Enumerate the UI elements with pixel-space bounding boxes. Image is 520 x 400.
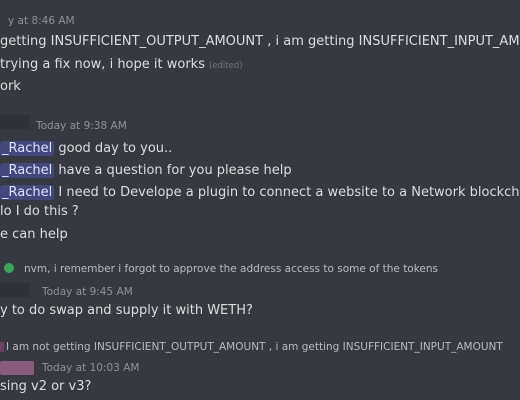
reply-avatar-icon — [4, 263, 14, 273]
message-timestamp: Today at 9:38 AM — [36, 120, 127, 132]
avatar[interactable] — [0, 361, 34, 375]
message-text: e can help — [0, 227, 68, 242]
edited-marker: (edited) — [208, 61, 243, 71]
chat-messages: y at 8:46 AM getting INSUFFICIENT_OUTPUT… — [0, 0, 520, 400]
message-text: sing v2 or v3? — [0, 379, 92, 394]
user-mention[interactable]: _Rachel — [0, 185, 55, 200]
message-text: _Rachel I need to Develope a plugin to c… — [0, 184, 520, 202]
message-text: ork — [0, 79, 21, 94]
message-text-content: I need to Develope a plugin to connect a… — [58, 185, 520, 200]
avatar[interactable] — [0, 115, 30, 129]
message-text: _Rachel good day to you.. — [0, 140, 172, 158]
user-mention[interactable]: _Rachel — [0, 141, 55, 156]
message-timestamp: Today at 10:03 AM — [42, 362, 140, 374]
message-text: trying a fix now, i hope it works (edited… — [0, 56, 243, 75]
message-text: getting INSUFFICIENT_OUTPUT_AMOUNT , i a… — [0, 34, 520, 49]
reply-preview[interactable]: I am not getting INSUFFICIENT_OUTPUT_AMO… — [6, 338, 503, 356]
message-timestamp: Today at 9:45 AM — [42, 286, 133, 298]
reply-preview[interactable]: nvm, i remember i forgot to approve the … — [24, 260, 438, 278]
message-text-content: good day to you.. — [58, 141, 173, 156]
message-timestamp: y at 8:46 AM — [8, 15, 75, 27]
message-text: lo I do this ? — [0, 204, 79, 219]
message-text-content: trying a fix now, i hope it works — [0, 57, 205, 72]
message-text: y to do swap and supply it with WETH? — [0, 303, 253, 318]
user-mention[interactable]: _Rachel — [0, 163, 55, 178]
message-text-content: have a question for you please help — [58, 163, 292, 178]
message-text: _Rachel have a question for you please h… — [0, 162, 292, 180]
reply-avatar-icon — [0, 342, 4, 352]
avatar[interactable] — [0, 283, 30, 297]
